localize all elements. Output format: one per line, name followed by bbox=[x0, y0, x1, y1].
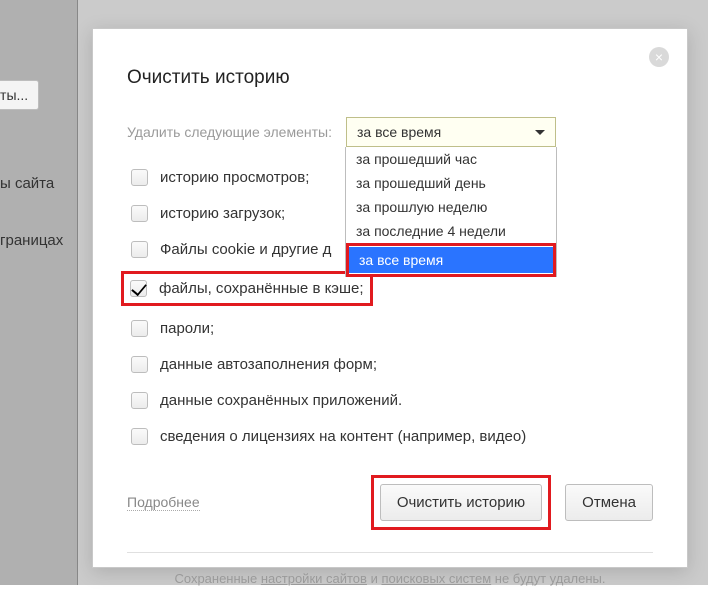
clear-history-dialog: × Очистить историю Удалить следующие эле… bbox=[92, 28, 688, 568]
time-range-value: за все время bbox=[357, 124, 441, 140]
chevron-down-icon bbox=[535, 130, 545, 135]
time-range-label: Удалить следующие элементы: bbox=[127, 124, 332, 140]
checkbox[interactable] bbox=[131, 356, 148, 373]
time-range-select[interactable]: за все время за прошедший час за прошедш… bbox=[346, 117, 556, 147]
clear-button-highlight: Очистить историю bbox=[371, 475, 551, 530]
time-range-option-all-highlight: за все время bbox=[346, 243, 556, 277]
checkbox[interactable] bbox=[131, 169, 148, 186]
item-label: историю просмотров; bbox=[160, 169, 309, 186]
dialog-footnote: Сохраненные настройки сайтов и поисковых… bbox=[127, 552, 653, 586]
item-label: файлы, сохранённые в кэше; bbox=[159, 280, 364, 297]
item-autofill[interactable]: данные автозаполнения форм; bbox=[127, 354, 653, 375]
pages-label-partial: границах bbox=[0, 232, 63, 249]
fonts-button-partial[interactable]: ифты... bbox=[0, 80, 39, 110]
item-licenses[interactable]: сведения о лицензиях на контент (наприме… bbox=[127, 426, 653, 447]
time-range-dropdown: за прошедший час за прошедший день за пр… bbox=[345, 147, 557, 277]
time-range-option[interactable]: за прошедший день bbox=[346, 171, 556, 195]
dialog-footer: Подробнее Очистить историю Отмена bbox=[127, 475, 653, 530]
site-settings-label-partial: ы сайта bbox=[0, 175, 54, 192]
item-app-data[interactable]: данные сохранённых приложений. bbox=[127, 390, 653, 411]
time-range-selected[interactable]: за все время bbox=[346, 117, 556, 147]
settings-sidebar-bg: ифты... ы сайта границах bbox=[0, 0, 78, 585]
item-label: сведения о лицензиях на контент (наприме… bbox=[160, 428, 526, 445]
cancel-button[interactable]: Отмена bbox=[565, 484, 653, 521]
item-label: историю загрузок; bbox=[160, 205, 285, 222]
dialog-title: Очистить историю bbox=[127, 67, 653, 89]
checkbox[interactable] bbox=[131, 392, 148, 409]
time-range-option[interactable]: за все время bbox=[349, 247, 553, 273]
item-cached-files[interactable]: файлы, сохранённые в кэше; bbox=[121, 271, 373, 306]
checkbox[interactable] bbox=[131, 428, 148, 445]
checkbox[interactable] bbox=[130, 280, 147, 297]
site-settings-link[interactable]: настройки сайтов bbox=[261, 571, 367, 586]
item-label: данные автозаполнения форм; bbox=[160, 356, 377, 373]
checkbox[interactable] bbox=[131, 320, 148, 337]
item-passwords[interactable]: пароли; bbox=[127, 318, 653, 339]
time-range-option[interactable]: за последние 4 недели bbox=[346, 219, 556, 243]
item-label: данные сохранённых приложений. bbox=[160, 392, 402, 409]
item-label: пароли; bbox=[160, 320, 214, 337]
close-icon[interactable]: × bbox=[649, 47, 669, 67]
clear-history-button[interactable]: Очистить историю bbox=[380, 484, 542, 521]
checkbox[interactable] bbox=[131, 205, 148, 222]
time-range-option[interactable]: за прошедший час bbox=[346, 147, 556, 171]
time-range-row: Удалить следующие элементы: за все время… bbox=[127, 117, 653, 147]
more-link[interactable]: Подробнее bbox=[127, 494, 200, 511]
item-label: Файлы cookie и другие д bbox=[160, 241, 331, 258]
search-engines-link[interactable]: поисковых систем bbox=[381, 571, 491, 586]
checkbox[interactable] bbox=[131, 241, 148, 258]
time-range-option[interactable]: за прошлую неделю bbox=[346, 195, 556, 219]
